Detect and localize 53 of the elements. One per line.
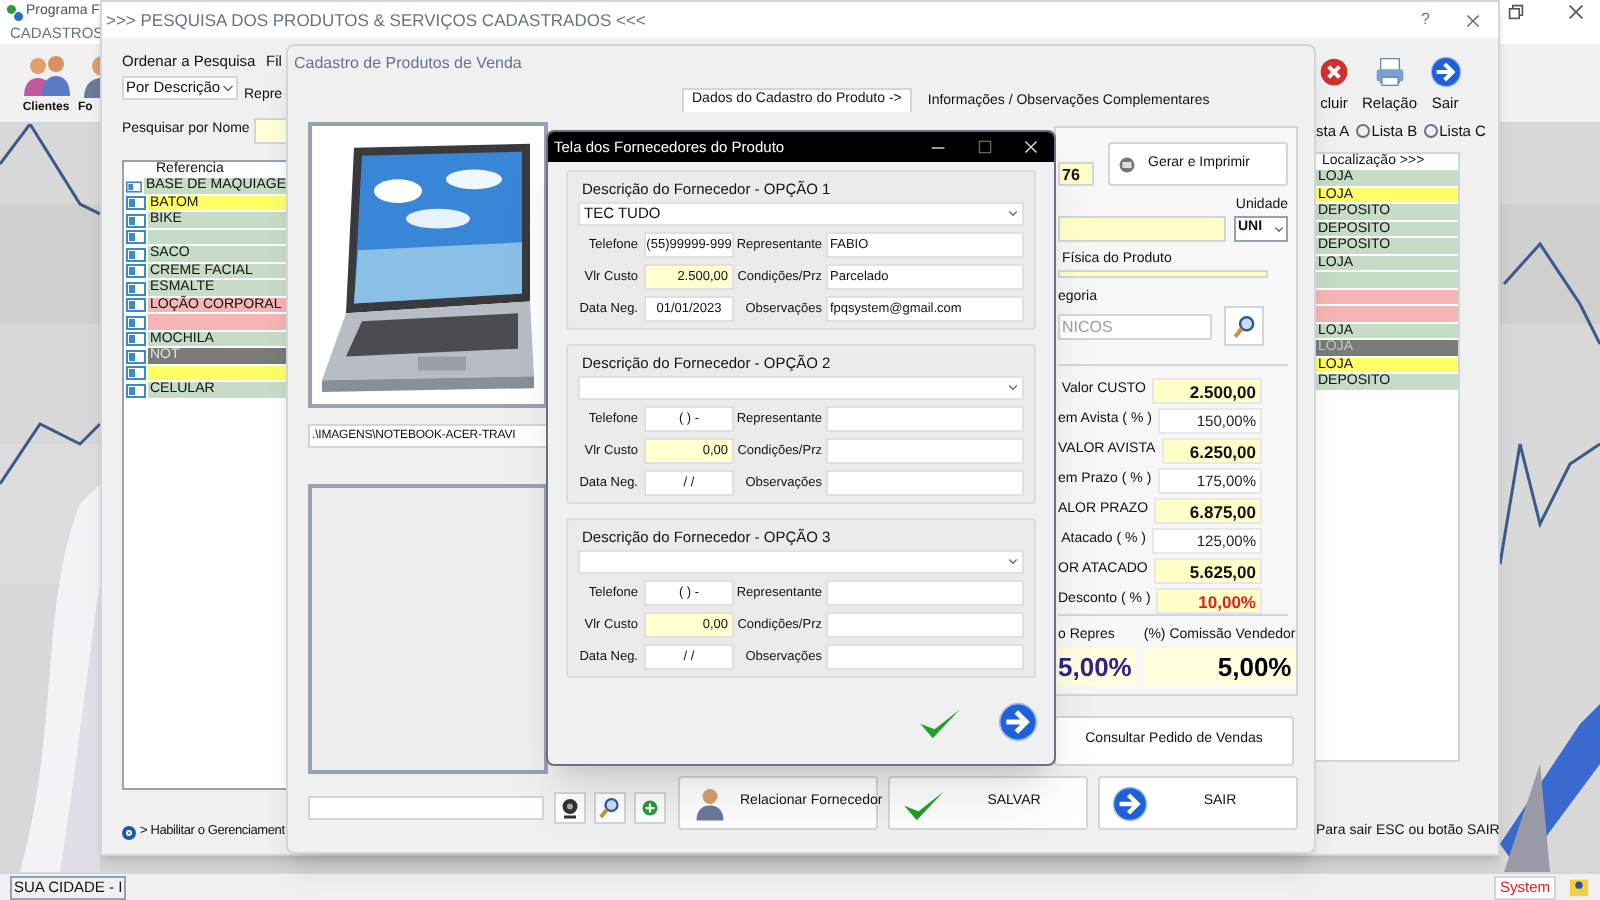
- radio-button[interactable]: [122, 825, 136, 840]
- window-title: >>> PESQUISA DOS PRODUTOS & SERVIÇOS CADASTRADOS <<<: [106, 7, 646, 33]
- price-field[interactable]: 10,00%: [1156, 588, 1262, 614]
- tray-icon[interactable]: [1568, 876, 1590, 898]
- webcam-button[interactable]: [554, 792, 586, 824]
- input-field[interactable]: [1058, 270, 1268, 278]
- next-button[interactable]: [998, 701, 1038, 741]
- price-field[interactable]: 2.500,00: [1152, 378, 1262, 404]
- delete-icon: [1318, 55, 1350, 88]
- window-title: Cadastro de Produtos de Venda: [294, 52, 522, 76]
- input-field[interactable]: [1058, 216, 1226, 242]
- restore-icon[interactable]: [1508, 4, 1524, 20]
- search-button[interactable]: [1224, 306, 1264, 346]
- price-field[interactable]: 6.250,00: [1161, 438, 1262, 464]
- arrow-right-icon: [1429, 55, 1462, 88]
- supplier-dropdown[interactable]: [578, 550, 1024, 574]
- arrow-right-icon: [1112, 785, 1148, 821]
- price-field[interactable]: 5.625,00: [1153, 558, 1262, 584]
- person-icon: [692, 785, 728, 821]
- commission-field[interactable]: 5,00%: [1058, 648, 1136, 686]
- chevron-down-icon: [1008, 384, 1018, 392]
- radio-button[interactable]: [1355, 124, 1370, 139]
- table-cell[interactable]: [1316, 306, 1458, 324]
- table-cell[interactable]: [148, 314, 286, 329]
- search-icon: [598, 796, 622, 820]
- search-button[interactable]: [594, 792, 626, 824]
- maximize-icon[interactable]: [978, 140, 992, 154]
- code-field[interactable]: 76: [1058, 162, 1094, 186]
- input-field[interactable]: [826, 438, 1024, 464]
- search-field[interactable]: [253, 118, 288, 144]
- chevron-down-icon: [1008, 210, 1018, 218]
- chevron-down-icon: [1274, 225, 1284, 233]
- input-field[interactable]: [826, 612, 1024, 638]
- input-field[interactable]: [826, 470, 1024, 496]
- input-field[interactable]: [826, 406, 1024, 432]
- input-field[interactable]: [826, 644, 1024, 670]
- plus-icon: [638, 796, 662, 820]
- chevron-down-icon: [1008, 558, 1018, 566]
- webcam-icon: [558, 796, 582, 820]
- commission-field[interactable]: 5,00%: [1143, 648, 1296, 686]
- plus-button[interactable]: [634, 792, 666, 824]
- people-icon: [22, 52, 70, 100]
- close-icon[interactable]: [1568, 4, 1584, 20]
- chevron-down-icon: [222, 83, 234, 93]
- radio-button[interactable]: [1423, 124, 1438, 139]
- help-button[interactable]: ?: [1421, 8, 1430, 32]
- table-cell[interactable]: [1316, 272, 1458, 290]
- price-field[interactable]: 6.875,00: [1154, 498, 1262, 524]
- app-icon: [6, 3, 24, 21]
- input-field[interactable]: [826, 580, 1024, 606]
- search-icon: [1231, 313, 1257, 339]
- supplier-dropdown[interactable]: [578, 376, 1024, 400]
- input-field[interactable]: [308, 796, 544, 820]
